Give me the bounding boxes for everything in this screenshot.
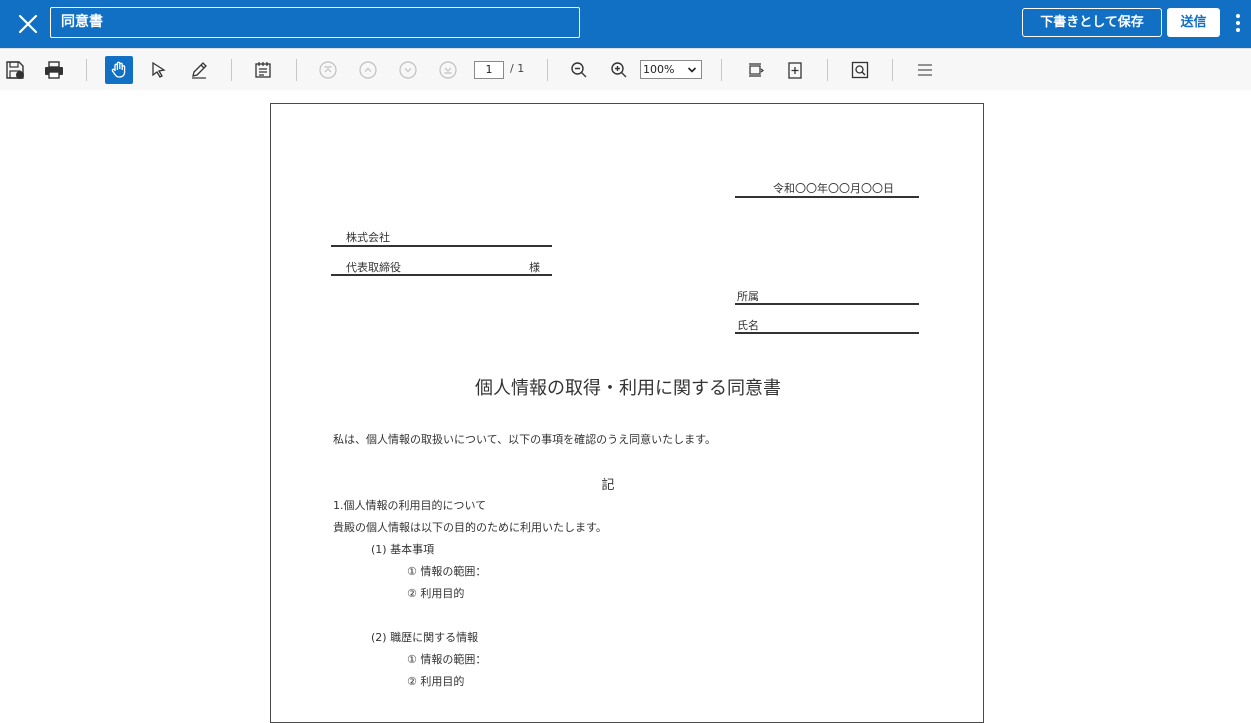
zoom-level-value: 100%: [643, 63, 675, 76]
more-menu-icon[interactable]: [1230, 12, 1246, 34]
page-total: / 1: [510, 62, 525, 75]
affiliation-underline: [735, 303, 919, 305]
intro-text: 私は、個人情報の取扱いについて、以下の事項を確認のうえ同意いたします。: [333, 433, 717, 446]
fit-width-icon[interactable]: [743, 58, 767, 82]
fit-page-icon[interactable]: [783, 58, 807, 82]
next-page-icon[interactable]: [396, 58, 420, 82]
representative-label: 代表取締役: [346, 261, 401, 274]
sub2-heading: (2) 職歴に関する情報: [371, 631, 479, 644]
menu-icon[interactable]: [913, 58, 937, 82]
pen-tool-icon[interactable]: [187, 58, 211, 82]
ki-heading: 記: [601, 478, 615, 493]
company-label: 株式会社: [346, 231, 390, 244]
company-underline: [331, 245, 552, 247]
print-icon[interactable]: [42, 58, 66, 82]
date-underline: [735, 196, 919, 198]
sub1-item2: ② 利用目的: [407, 587, 465, 600]
send-button[interactable]: 送信: [1167, 8, 1220, 37]
first-page-icon[interactable]: [316, 58, 340, 82]
document-title: 個人情報の取得・利用に関する同意書: [475, 378, 781, 399]
select-tool-icon[interactable]: [147, 58, 171, 82]
section1-heading: 1.個人情報の利用目的について: [333, 499, 487, 512]
previous-page-icon[interactable]: [356, 58, 380, 82]
hand-tool-icon[interactable]: [105, 56, 133, 84]
honorific-label: 様: [529, 261, 540, 274]
last-page-icon[interactable]: [436, 58, 460, 82]
chevron-down-icon: [687, 67, 697, 73]
close-icon[interactable]: [14, 10, 42, 38]
title-bar: 同意書 下書きとして保存 送信: [0, 0, 1251, 48]
document-page: 令和〇〇年〇〇月〇〇日 株式会社 代表取締役 様 所属 氏名 個人情報の取得・利…: [270, 103, 984, 723]
zoom-in-icon[interactable]: [607, 58, 631, 82]
date-field: 令和〇〇年〇〇月〇〇日: [773, 182, 894, 195]
sub1-item1: ① 情報の範囲：: [407, 565, 487, 578]
pdf-toolbar: 1 / 1 100%: [0, 48, 1251, 90]
section1-body: 貴殿の個人情報は以下の目的のために利用いたします。: [333, 521, 607, 534]
document-name-input[interactable]: 同意書: [50, 7, 580, 38]
save-draft-button[interactable]: 下書きとして保存: [1022, 8, 1162, 37]
sub1-heading: (1) 基本事項: [371, 543, 435, 556]
sub2-item1: ① 情報の範囲：: [407, 653, 487, 666]
name-label: 氏名: [737, 319, 759, 332]
save-icon[interactable]: [3, 58, 27, 82]
affiliation-label: 所属: [737, 290, 759, 303]
page-number-input[interactable]: 1: [474, 61, 504, 79]
zoom-level-select[interactable]: 100%: [640, 60, 702, 79]
notes-icon[interactable]: [251, 58, 275, 82]
zoom-out-icon[interactable]: [567, 58, 591, 82]
search-icon[interactable]: [848, 58, 872, 82]
representative-underline: [331, 274, 552, 276]
sub2-item2: ② 利用目的: [407, 675, 465, 688]
name-underline: [735, 332, 919, 334]
